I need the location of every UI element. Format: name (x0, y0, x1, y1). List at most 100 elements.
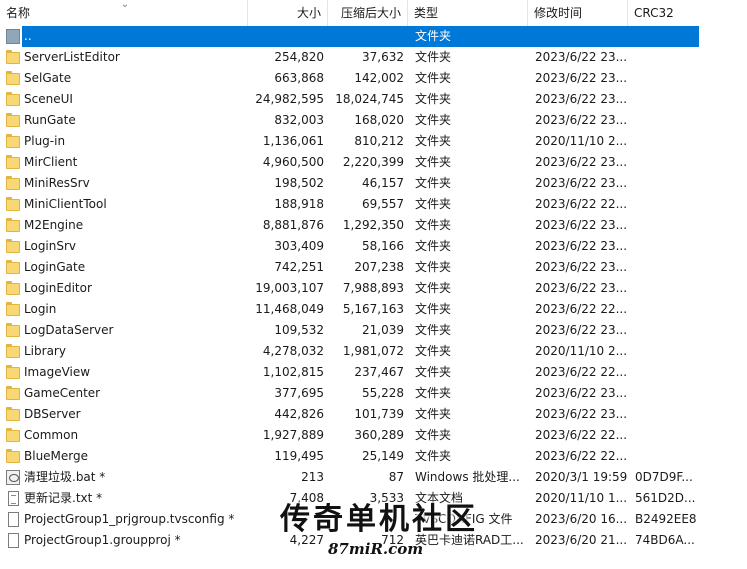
folder-icon (6, 302, 20, 316)
file-crc32 (635, 68, 705, 89)
file-packed-size: 37,632 (362, 50, 404, 64)
file-type: 文件夹 (415, 113, 452, 127)
folder-icon (6, 281, 20, 295)
file-packed-size: 101,739 (354, 407, 404, 421)
file-crc32 (635, 215, 705, 236)
file-size: 303,409 (274, 239, 324, 253)
file-crc32 (635, 404, 705, 425)
file-type: 文件夹 (415, 260, 452, 274)
file-packed-size: 2,220,399 (342, 155, 404, 169)
file-row[interactable]: 清理垃圾.bat * 213 87 Windows 批处理... 2020/3/1 19… (0, 467, 747, 488)
file-icon (8, 533, 19, 548)
file-type: 文件夹 (415, 281, 452, 295)
file-size: 377,695 (274, 386, 324, 400)
file-row[interactable]: LoginGate 742,251 207,238 文件夹 2023/6/22 23..… (0, 257, 747, 278)
file-packed-size: 21,039 (362, 323, 404, 337)
file-row[interactable]: MirClient 4,960,500 2,220,399 文件夹 2023/6/22 … (0, 152, 747, 173)
file-icon (8, 491, 19, 506)
file-row[interactable]: M2Engine 8,881,876 1,292,350 文件夹 2023/6/22 2… (0, 215, 747, 236)
file-name: MiniResSrv (24, 176, 90, 190)
file-size: 213 (301, 470, 324, 484)
file-row[interactable]: ImageView 1,102,815 237,467 文件夹 2023/6/22 22… (0, 362, 747, 383)
folder-icon (6, 365, 20, 379)
file-size: 19,003,107 (255, 281, 324, 295)
file-name: SelGate (24, 71, 72, 85)
file-size: 1,927,889 (262, 428, 324, 442)
watermark-site: 87miR.com (328, 540, 424, 558)
file-row[interactable]: LoginSrv 303,409 58,166 文件夹 2023/6/22 23... (0, 236, 747, 257)
file-row[interactable]: SelGate 663,868 142,002 文件夹 2023/6/22 23... (0, 68, 747, 89)
file-row[interactable]: LoginEditor 19,003,107 7,988,893 文件夹 2023/6/… (0, 278, 747, 299)
file-row[interactable]: LogDataServer 109,532 21,039 文件夹 2023/6/22 2… (0, 320, 747, 341)
file-row[interactable]: DBServer 442,826 101,739 文件夹 2023/6/22 23... (0, 404, 747, 425)
file-name: ProjectGroup1.groupproj * (24, 533, 181, 547)
file-size: 4,278,032 (262, 344, 324, 358)
file-modified: 2023/6/22 23... (535, 50, 628, 64)
folder-icon (6, 197, 20, 211)
file-size (250, 26, 324, 47)
file-modified: 2023/6/22 23... (535, 71, 628, 85)
file-crc32 (635, 320, 705, 341)
file-packed-size: 55,228 (362, 386, 404, 400)
file-name: LoginSrv (24, 239, 77, 253)
file-packed-size (330, 26, 404, 47)
file-row[interactable]: .. 文件夹 (0, 26, 747, 47)
file-crc32 (635, 383, 705, 404)
file-modified: 2023/6/22 23... (535, 386, 628, 400)
file-packed-size: 142,002 (354, 71, 404, 85)
file-modified: 2020/11/10 1... (535, 491, 628, 505)
file-name: 更新记录.txt * (24, 491, 103, 505)
file-packed-size: 1,292,350 (342, 218, 404, 232)
file-modified: 2020/11/10 2... (535, 134, 628, 148)
file-type: 文件夹 (415, 386, 452, 400)
file-row[interactable]: Library 4,278,032 1,981,072 文件夹 2020/11/10 2… (0, 341, 747, 362)
file-crc32: 74BD6A... (635, 533, 695, 547)
file-row[interactable]: MiniClientTool 188,918 69,557 文件夹 2023/6/22 … (0, 194, 747, 215)
file-row[interactable]: Plug-in 1,136,061 810,212 文件夹 2020/11/10 2..… (0, 131, 747, 152)
file-name: GameCenter (24, 386, 101, 400)
file-crc32 (635, 131, 705, 152)
bat-icon (6, 470, 20, 485)
file-name: Common (24, 428, 79, 442)
file-row[interactable]: RunGate 832,003 168,020 文件夹 2023/6/22 23... (0, 110, 747, 131)
file-row[interactable]: ServerListEditor 254,820 37,632 文件夹 2023/6/2… (0, 47, 747, 68)
sort-ascending-icon: ⌄ (120, 0, 130, 10)
file-size: 254,820 (274, 50, 324, 64)
column-modified[interactable]: 修改时间 (528, 0, 628, 26)
file-name: Library (24, 344, 66, 358)
column-type[interactable]: 类型 (408, 0, 528, 26)
file-row[interactable]: Login 11,468,049 5,167,163 文件夹 2023/6/22 22.… (0, 299, 747, 320)
column-packed-size[interactable]: 压缩后大小 (328, 0, 408, 26)
file-type: 文件夹 (415, 92, 452, 106)
file-row[interactable]: Common 1,927,889 360,289 文件夹 2023/6/22 22... (0, 425, 747, 446)
file-modified: 2023/6/22 23... (535, 92, 628, 106)
file-type: 文件夹 (415, 218, 452, 232)
file-modified: 2023/6/22 23... (535, 260, 628, 274)
file-row[interactable]: SceneUI 24,982,595 18,024,745 文件夹 2023/6/22 … (0, 89, 747, 110)
folder-icon (6, 407, 20, 421)
file-name: RunGate (24, 113, 76, 127)
file-size: 1,102,815 (262, 365, 324, 379)
file-modified (535, 26, 631, 47)
column-crc32[interactable]: CRC32 (628, 0, 708, 26)
file-name: DBServer (24, 407, 81, 421)
file-name: M2Engine (24, 218, 84, 232)
file-type: 文件夹 (415, 449, 452, 463)
file-modified: 2023/6/22 23... (535, 218, 628, 232)
file-modified: 2023/6/22 22... (535, 365, 628, 379)
file-name: BlueMerge (24, 449, 89, 463)
column-header: 名称 ⌄ 大小 压缩后大小 类型 修改时间 CRC32 (0, 0, 747, 26)
file-modified: 2020/3/1 19:59 (535, 470, 628, 484)
file-size: 4,960,500 (262, 155, 324, 169)
file-modified: 2023/6/22 22... (535, 428, 628, 442)
folder-icon (6, 428, 20, 442)
file-type: 文件夹 (415, 302, 452, 316)
file-row[interactable]: GameCenter 377,695 55,228 文件夹 2023/6/22 23..… (0, 383, 747, 404)
column-size[interactable]: 大小 (248, 0, 328, 26)
folder-icon (6, 218, 20, 232)
file-name: Login (24, 302, 57, 316)
file-row[interactable]: BlueMerge 119,495 25,149 文件夹 2023/6/22 22... (0, 446, 747, 467)
file-modified: 2023/6/22 22... (535, 197, 628, 211)
folder-icon (6, 449, 20, 463)
file-row[interactable]: MiniResSrv 198,502 46,157 文件夹 2023/6/22 23..… (0, 173, 747, 194)
